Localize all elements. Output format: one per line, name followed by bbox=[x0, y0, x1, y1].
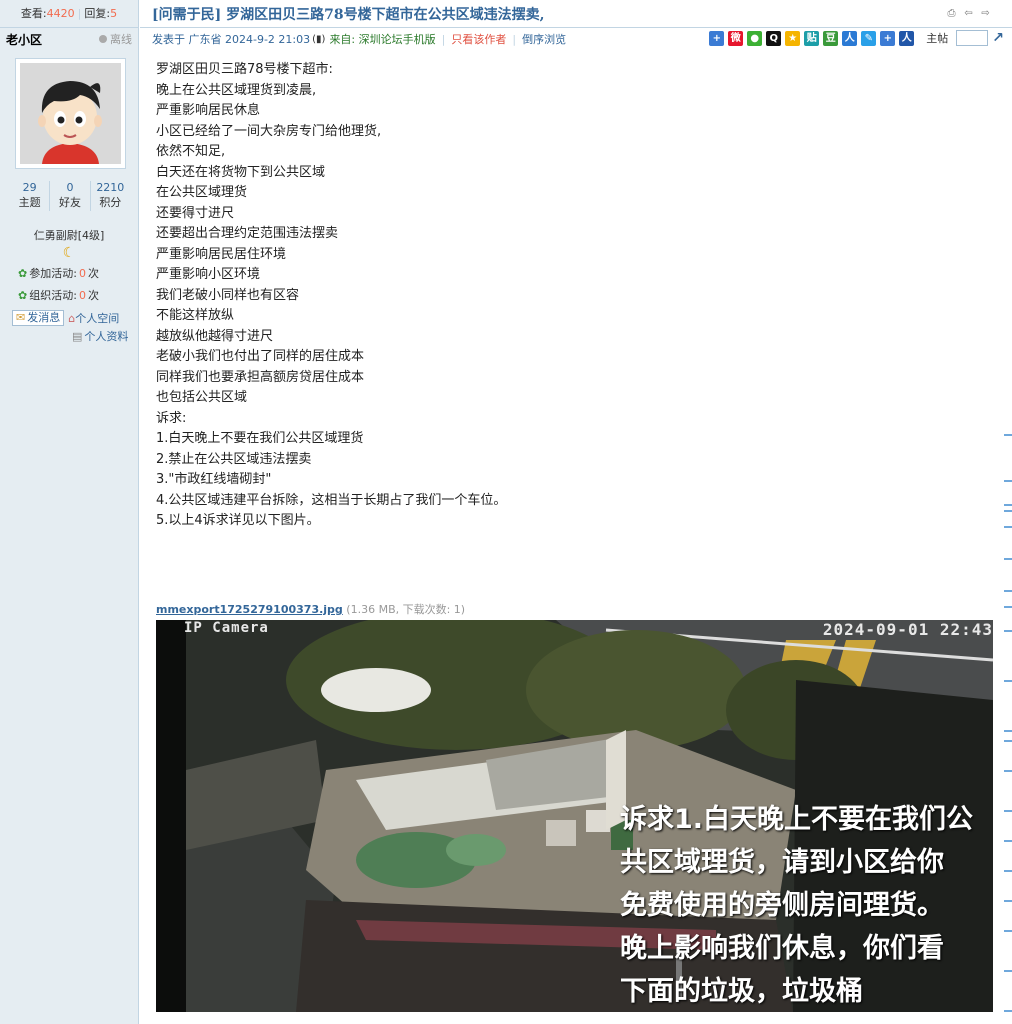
post-content: 罗湖区田贝三路78号楼下超市: 晚上在公共区域理货到凌晨, 严重影响居民休息 小… bbox=[140, 50, 1012, 532]
document-icon: ▤ bbox=[72, 329, 83, 343]
join-activity: ✿ 参加活动: 0 次 bbox=[18, 265, 138, 283]
photo-overlay-text: 诉求1.白天晚上不要在我们公 共区域理货，请到小区给你 免费使用的旁侧房间理货。… bbox=[620, 798, 993, 1012]
post-meta: 发表于 广东省 2024-9-2 21:03 (▮) 来自: 深圳论坛手机版 |… bbox=[152, 30, 1004, 47]
user-header: 老小区 离线 bbox=[0, 28, 138, 50]
weibo-icon[interactable]: 微 bbox=[728, 30, 744, 46]
attachment-link[interactable]: mmexport1725279100373.jpg bbox=[156, 603, 343, 616]
overlay-line: 下面的垃圾，垃圾桶 bbox=[620, 976, 863, 1007]
post-body: [问需于民] 罗湖区田贝三路78号楼下超市在公共区域违法摆卖, ⎙ ⇦ ⇨ 发表… bbox=[140, 0, 1012, 1024]
plus-icon[interactable]: + bbox=[709, 30, 725, 46]
activity-icon: ✿ bbox=[18, 267, 28, 280]
content-line: 严重影响居民居住环境 bbox=[156, 246, 287, 262]
content-line: 4.公共区域违建平台拆除，这相当于长期占了我们一个车位。 bbox=[156, 492, 507, 508]
plus-icon[interactable]: + bbox=[880, 30, 896, 46]
count-friends[interactable]: 0 好友 bbox=[50, 181, 91, 211]
avatar[interactable] bbox=[15, 58, 126, 169]
content-line: 诉求: bbox=[156, 410, 187, 426]
floor-label: 主帖 bbox=[926, 32, 949, 45]
offline-icon bbox=[99, 35, 107, 43]
content-line: 严重影响居民休息 bbox=[156, 103, 261, 118]
organize-activity: ✿ 组织活动: 0 次 bbox=[18, 287, 138, 305]
content-line: 我们老破小同样也有区容 bbox=[156, 287, 300, 303]
renren-icon[interactable]: 人 bbox=[842, 30, 858, 46]
content-line: 也包括公共区域 bbox=[156, 390, 248, 405]
user-rank: 仁勇副尉[4级] bbox=[33, 229, 105, 242]
douban-icon[interactable]: 豆 bbox=[823, 30, 839, 46]
post-time: 发表于 广东省 2024-9-2 21:03 bbox=[152, 33, 311, 46]
moon-icon: ☾ bbox=[62, 245, 76, 261]
content-line: 还要超出合理约定范围违法摆卖 bbox=[156, 226, 339, 241]
content-line: 不能这样放纵 bbox=[156, 308, 235, 323]
attachment: mmexport1725279100373.jpg (1.36 MB, 下载次数… bbox=[156, 601, 465, 617]
tieba-icon[interactable]: 贴 bbox=[804, 30, 820, 46]
content-line: 老破小我们也付出了同样的居住成本 bbox=[156, 349, 365, 364]
content-line: 1.白天晚上不要在我们公共区域理货 bbox=[156, 431, 364, 446]
activity-icon: ✿ bbox=[18, 289, 28, 302]
reply-count: 5 bbox=[110, 7, 118, 20]
user-actions: ✉ 发消息 ⌂ 个人空间 ▤ 个人资料 bbox=[12, 309, 138, 345]
title-tools: ⎙ ⇦ ⇨ bbox=[941, 8, 992, 20]
content-line: 严重影响小区环境 bbox=[156, 267, 261, 282]
attachment-info: (1.36 MB, 下载次数: 1) bbox=[346, 603, 466, 616]
mobile-icon: (▮) bbox=[312, 33, 326, 45]
reverse-order-link[interactable]: 倒序浏览 bbox=[522, 31, 566, 47]
post-source[interactable]: 来自: 深圳论坛手机版 bbox=[329, 31, 435, 47]
next-thread-icon[interactable]: ⇨ bbox=[979, 8, 992, 20]
post-title-bar: [问需于民] 罗湖区田贝三路78号楼下超市在公共区域违法摆卖, ⎙ ⇦ ⇨ bbox=[140, 0, 1012, 28]
overlay-line: 免费使用的旁侧房间理货。 bbox=[620, 890, 944, 921]
content-line: 还要得寸进尺 bbox=[156, 205, 235, 221]
content-line: 晚上在公共区域理货到凌晨, bbox=[156, 82, 317, 98]
profile-link[interactable]: ▤ 个人资料 bbox=[72, 328, 128, 344]
count-points[interactable]: 2210 积分 bbox=[91, 181, 130, 211]
wechat-icon[interactable]: ● bbox=[747, 30, 763, 46]
overlay-line: 晚上影响我们休息，你们看 bbox=[620, 933, 944, 964]
send-message-button[interactable]: ✉ 发消息 bbox=[12, 310, 65, 326]
user-counts: 29 主题 0 好友 2210 积分 bbox=[10, 181, 130, 211]
content-line: 在公共区域理货 bbox=[156, 185, 248, 200]
author-only-link[interactable]: 只看该作者 bbox=[451, 31, 506, 47]
content-line: 越放纵他越得寸进尺 bbox=[156, 328, 274, 344]
attached-photo[interactable]: IP Camera 2024-09-01 22:43 诉求1.白天晚上不要在我们… bbox=[156, 620, 993, 1012]
thread-stats: 查看:4420 | 回复:5 bbox=[0, 0, 138, 28]
camera-timestamp: 2024-09-01 22:43 bbox=[822, 620, 993, 639]
content-line: 2.禁止在公共区域违法摆卖 bbox=[156, 451, 312, 467]
post-title: [问需于民] 罗湖区田贝三路78号楼下超市在公共区域违法摆卖, bbox=[152, 6, 545, 23]
people-icon[interactable]: 人 bbox=[899, 30, 915, 46]
content-line: 依然不知足, bbox=[156, 144, 226, 159]
personal-space-link[interactable]: ⌂ 个人空间 bbox=[68, 310, 119, 326]
prev-thread-icon[interactable]: ⇦ bbox=[962, 8, 975, 20]
overlay-line: 共区域理货，请到小区给你 bbox=[620, 847, 944, 878]
author-sidebar: 查看:4420 | 回复:5 老小区 离线 29 主题 0 好友 2210 积分… bbox=[0, 0, 139, 1024]
overlay-line: 诉求1.白天晚上不要在我们公 bbox=[620, 804, 974, 835]
content-line: 同样我们也要承担高额房贷居住成本 bbox=[156, 369, 365, 385]
cartoon-boy-icon bbox=[20, 63, 121, 164]
content-line: 5.以上4诉求详见以下图片。 bbox=[156, 513, 320, 528]
camera-label: IP Camera bbox=[184, 620, 269, 636]
online-status: 离线 bbox=[99, 31, 132, 47]
print-icon[interactable]: ⎙ bbox=[945, 8, 958, 20]
home-icon: ⌂ bbox=[68, 311, 76, 325]
count-threads[interactable]: 29 主题 bbox=[10, 181, 51, 211]
more-icon[interactable]: ✎ bbox=[861, 30, 877, 46]
avatar-image bbox=[20, 63, 121, 164]
view-count: 4420 bbox=[46, 7, 75, 20]
content-line: 小区已经给了一间大杂房专门给他理货, bbox=[156, 123, 382, 139]
envelope-icon: ✉ bbox=[16, 311, 26, 324]
qzone-icon[interactable]: ★ bbox=[785, 30, 801, 46]
content-line: 白天还在将货物下到公共区域 bbox=[156, 164, 326, 180]
floor-jump-input[interactable] bbox=[956, 30, 989, 46]
author-name[interactable]: 老小区 bbox=[6, 31, 42, 48]
share-bar: + 微 ● Q ★ 贴 豆 人 ✎ + 人 主帖 ↗ bbox=[705, 30, 1004, 46]
content-line: 3."市政红线墙砌封" bbox=[156, 472, 272, 487]
qq-icon[interactable]: Q bbox=[766, 30, 782, 46]
scroll-markers bbox=[1002, 430, 1012, 1024]
content-line: 罗湖区田贝三路78号楼下超市: bbox=[156, 62, 333, 77]
jump-icon[interactable]: ↗ bbox=[992, 30, 1004, 46]
